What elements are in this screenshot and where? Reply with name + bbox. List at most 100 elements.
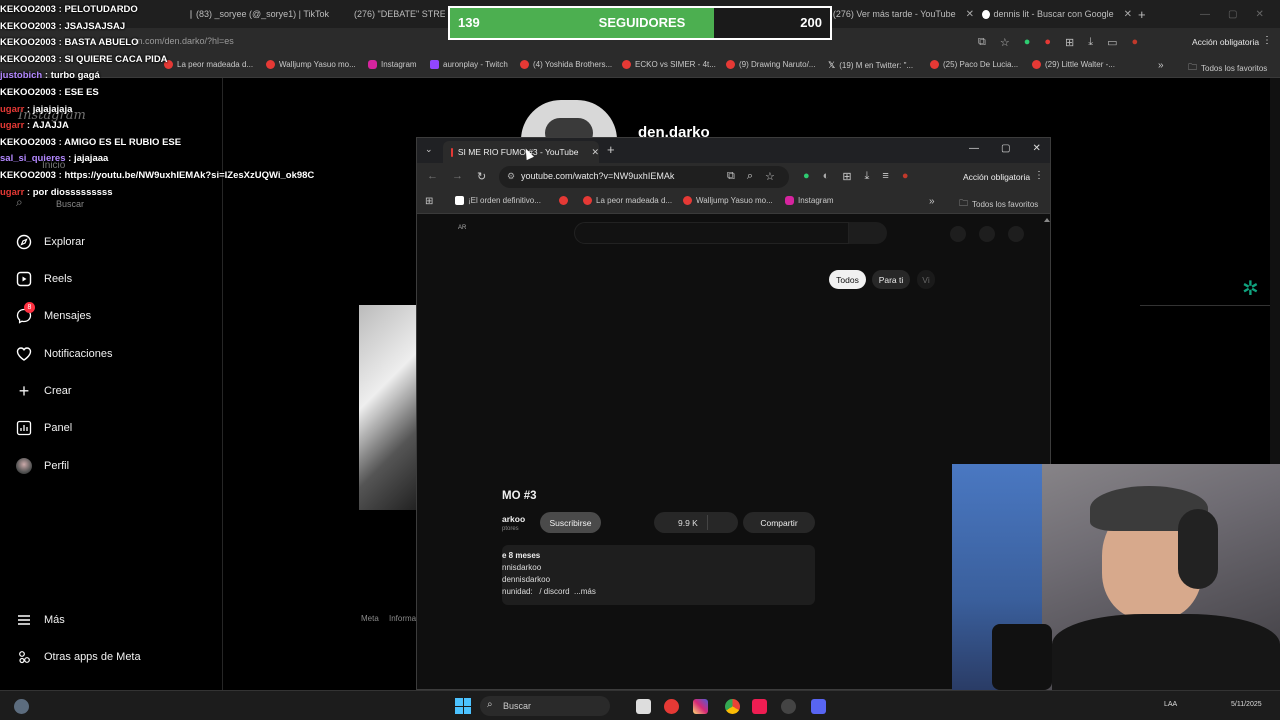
extension-icon[interactable]: ● (803, 170, 810, 183)
nav-explore[interactable]: Explorar (16, 234, 85, 250)
chip-for-you[interactable]: Para ti (872, 270, 910, 289)
extension-icon[interactable]: ◐ (823, 170, 830, 183)
maximize-icon[interactable]: ▢ (1001, 143, 1010, 154)
share-button[interactable]: Compartir (743, 512, 815, 533)
tab-watch-later[interactable]: (276) Ver más tarde - YouTube ✕ (826, 4, 974, 24)
taskbar-date[interactable]: 5/11/2025 (1231, 701, 1262, 708)
minimize-icon[interactable]: — (969, 143, 979, 154)
close-window-icon[interactable]: ✕ (1032, 143, 1040, 154)
action-required-button[interactable]: Acción obligatoria (1192, 37, 1259, 47)
create-icon[interactable] (979, 226, 995, 242)
nav-more[interactable]: Más (16, 612, 65, 628)
avatar-icon[interactable]: ● (1132, 36, 1139, 49)
nav-dashboard[interactable]: Panel (16, 420, 72, 436)
bookmark-item[interactable]: Instagram (368, 60, 417, 69)
extensions-icon[interactable]: ⊞ (1065, 36, 1074, 49)
followers-goal: 200 (800, 15, 822, 30)
sidebar-icon[interactable]: ▭ (1107, 36, 1117, 49)
close-icon[interactable]: ✕ (339, 9, 340, 20)
tab-search-icon[interactable]: ⌄ (425, 144, 433, 155)
bookmark-item[interactable] (559, 196, 568, 205)
bookmarks-overflow-icon[interactable]: » (1158, 60, 1164, 71)
all-favorites[interactable]: 🗀 Todos los favoritos (1188, 60, 1267, 76)
windows-start-icon[interactable] (455, 698, 471, 714)
instagram-icon[interactable] (693, 699, 708, 714)
reload-icon[interactable]: ↻ (477, 170, 486, 183)
footer-link-info[interactable]: Informa (389, 614, 416, 623)
bookmark-item[interactable]: (4) Yoshida Brothers... (520, 60, 612, 69)
menu-icon[interactable]: ⋮ (1262, 35, 1272, 46)
bookmark-item[interactable]: auronplay - Twitch (430, 60, 508, 69)
bookmarks-overflow-icon[interactable]: » (929, 196, 935, 207)
media-icon[interactable]: ≡ (882, 170, 888, 183)
subscribe-button[interactable]: Suscribirse (540, 512, 601, 533)
app-icon[interactable] (664, 699, 679, 714)
forward-icon[interactable]: → (452, 170, 463, 183)
maximize-icon[interactable]: ▢ (1228, 9, 1237, 20)
cast-icon[interactable]: ⧉ (978, 36, 986, 49)
all-favorites[interactable]: 🗀 Todos los favoritos (959, 196, 1038, 212)
nav-notifications[interactable]: Notificaciones (16, 346, 112, 362)
site-info-icon[interactable]: ⚙ (507, 171, 515, 182)
chatgpt-icon[interactable]: ✲ (1242, 276, 1259, 301)
chip-all[interactable]: Todos (829, 270, 866, 289)
profile-avatar[interactable] (521, 100, 617, 140)
search-input[interactable] (574, 222, 849, 244)
file-explorer-icon[interactable] (636, 699, 651, 714)
cast-icon[interactable]: ⧉ (727, 170, 735, 183)
tiktok-icon[interactable] (752, 699, 767, 714)
close-icon[interactable]: ✕ (1124, 9, 1132, 20)
bookmark-item[interactable]: Instagram (785, 196, 834, 205)
new-tab-button[interactable]: + (1138, 4, 1152, 24)
menu-icon[interactable]: ⋮ (1034, 170, 1044, 181)
star-icon[interactable]: ☆ (765, 170, 775, 183)
bookmark-item[interactable]: La peor madeada d... (583, 196, 672, 205)
bookmark-item[interactable]: ECKO vs SIMER - 4t... (622, 60, 716, 69)
minimize-icon[interactable]: — (1200, 9, 1210, 20)
description-box[interactable]: e 8 meses nnisdarkoo dennisdarkoo nunida… (502, 545, 815, 605)
voice-search-icon[interactable] (950, 226, 966, 242)
bookmark-item[interactable]: (25) Paco De Lucia... (930, 60, 1018, 69)
weather-icon[interactable] (14, 699, 29, 714)
extension-icon[interactable]: ● (1024, 36, 1031, 49)
search-button[interactable] (849, 222, 887, 244)
nav-reels[interactable]: Reels (16, 271, 72, 287)
extensions-icon[interactable]: ⊞ (842, 170, 851, 183)
nav-create[interactable]: + Crear (16, 381, 72, 401)
star-icon[interactable]: ☆ (1000, 36, 1010, 49)
bookmark-item[interactable]: 𝕏 (19) M en Twitter: "... (828, 60, 913, 71)
nav-profile[interactable]: Perfil (16, 458, 69, 474)
bookmark-item[interactable]: (29) Little Walter -... (1032, 60, 1115, 69)
chrome-icon[interactable] (725, 699, 740, 714)
download-icon[interactable]: ⤓ (865, 170, 870, 183)
apps-icon[interactable]: ⊞ (425, 196, 433, 207)
footer-link-meta[interactable]: Meta (361, 614, 379, 623)
tab-google-search[interactable]: dennis lit - Buscar con Google ✕ (982, 4, 1132, 24)
bookmark-item[interactable]: ¡El orden definitivo... (455, 196, 541, 205)
back-icon[interactable]: ← (427, 170, 438, 183)
avatar-icon[interactable]: ● (902, 170, 909, 183)
post-thumbnail[interactable] (359, 305, 416, 510)
like-dislike-button[interactable]: 9.9 K (654, 512, 738, 533)
zoom-icon[interactable]: ⌕ (747, 170, 753, 183)
discord-icon[interactable] (811, 699, 826, 714)
bookmark-item[interactable]: (9) Drawing Naruto/... (726, 60, 815, 69)
taskbar-search[interactable]: ⌕ Buscar (480, 696, 610, 716)
bookmark-item[interactable]: Walljump Yasuo mo... (683, 196, 773, 205)
nav-messages[interactable]: 8 Mensajes (16, 302, 91, 324)
extension-icon[interactable]: ● (1044, 36, 1051, 49)
chip-more[interactable]: Vi (917, 270, 935, 289)
close-icon[interactable]: ✕ (591, 147, 599, 158)
tab-active-youtube[interactable]: SI ME RIO FUMO #3 - YouTube ✕ (443, 141, 599, 163)
language-indicator[interactable]: LAA (1164, 701, 1177, 708)
action-required-button[interactable]: Acción obligatoria (963, 172, 1030, 182)
tab-debate-stream[interactable]: (276) "DEBATE" STREAM (350, 4, 445, 24)
download-icon[interactable]: ⤓ (1088, 36, 1093, 49)
notifications-icon[interactable] (1008, 226, 1024, 242)
close-icon[interactable]: ✕ (966, 9, 974, 20)
close-window-icon[interactable]: ✕ (1255, 9, 1263, 20)
obs-icon[interactable] (781, 699, 796, 714)
new-tab-button[interactable]: + (607, 142, 615, 157)
nav-meta-apps[interactable]: Otras apps de Meta (16, 649, 141, 665)
channel-name[interactable]: arkoo (502, 514, 525, 524)
